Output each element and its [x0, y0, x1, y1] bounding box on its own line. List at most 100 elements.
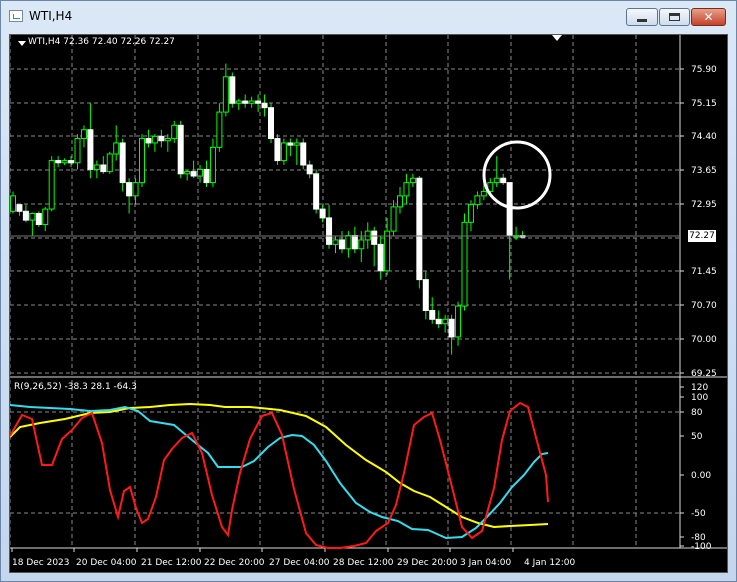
candle-body	[100, 164, 107, 173]
candle-body	[248, 100, 255, 104]
candle-body	[171, 124, 178, 140]
candle-body	[235, 100, 242, 104]
candle-body	[384, 230, 391, 272]
candle-body	[338, 239, 345, 250]
price-axis-label: 71.45	[691, 267, 717, 277]
candle-body	[461, 221, 468, 307]
time-axis-label: 20 Dec 04:00	[76, 558, 137, 568]
candle-body	[74, 138, 81, 164]
candle-body	[87, 129, 94, 170]
current-price-label: 72.27	[688, 230, 716, 242]
time-axis-label: 28 Dec 12:00	[333, 558, 394, 568]
candle-body	[326, 217, 333, 245]
collapse-icon[interactable]	[18, 41, 26, 46]
indicator-axis-label: 50	[691, 432, 703, 442]
price-axis-label: 75.90	[691, 65, 717, 75]
candle-body	[80, 129, 87, 140]
candle-body	[500, 177, 507, 184]
candle-body	[255, 100, 262, 104]
candle-body	[229, 76, 236, 104]
candle-body	[203, 168, 210, 184]
candle-body	[506, 182, 513, 237]
time-axis-label: 18 Dec 2023	[12, 558, 70, 568]
indicator-axis-label: -50	[691, 509, 706, 519]
candle-body	[197, 168, 204, 177]
candle-body	[397, 195, 403, 208]
candle-body	[435, 318, 442, 325]
candle-body	[242, 100, 249, 104]
candle-body	[209, 146, 216, 184]
indicator-header: R(9,26,52) -38.3 28.1 -64.3	[14, 382, 137, 392]
price-chart[interactable]: 75.90 75.15 74.40 73.65 72.95 71.45 70.70 70.00…	[10, 35, 727, 572]
candle-body	[164, 138, 171, 142]
candle-body	[22, 210, 29, 221]
indicator-line-9	[10, 401, 549, 549]
candle-body	[222, 76, 229, 113]
window-title: WTI,H4	[29, 9, 73, 23]
chart-window: WTI,H4 ✕ 75.90 75.15 74.40 73.65 72.95 71.45 7…	[0, 0, 737, 582]
candle-body	[409, 177, 416, 184]
minimize-button[interactable]	[626, 8, 658, 26]
candle-body	[42, 208, 49, 226]
candle-body	[293, 142, 300, 146]
candle-body	[268, 107, 274, 140]
candle-body	[358, 239, 365, 250]
candle-body	[300, 142, 307, 166]
candle-body	[55, 160, 62, 164]
candle-body	[416, 177, 423, 281]
candle-body	[261, 102, 268, 109]
candle-body	[177, 124, 184, 175]
candle-body	[274, 138, 281, 162]
candle-body	[280, 142, 287, 162]
candle-body	[287, 142, 294, 146]
candle-body	[467, 204, 474, 223]
indicator-line-52	[10, 402, 549, 529]
candle-body	[151, 135, 158, 144]
indicator-axis-label: 80	[691, 408, 703, 418]
candle-body	[113, 142, 120, 155]
indicator-axis-label: -100	[691, 542, 712, 552]
candle-body	[68, 160, 75, 164]
time-axis-label: 22 Dec 20:00	[204, 558, 265, 568]
candle-body	[351, 235, 358, 250]
indicator-axis-label: 0.00	[691, 471, 711, 481]
maximize-button[interactable]	[659, 8, 690, 26]
candle-body	[429, 309, 436, 320]
price-axis-label: 70.00	[691, 335, 717, 345]
indicator-axis-label: 100	[691, 393, 708, 403]
close-icon: ✕	[703, 10, 714, 24]
candle-body	[474, 195, 481, 206]
candle-body	[480, 190, 487, 197]
indicator-axis-label: 120	[691, 383, 708, 393]
candle-body	[158, 135, 165, 142]
candle-body	[455, 305, 462, 338]
candle-body	[390, 206, 397, 232]
candle-body	[61, 160, 68, 164]
chart-shift-icon[interactable]	[552, 35, 562, 41]
candle-body	[139, 138, 145, 184]
candle-body	[403, 182, 410, 197]
candle-body	[448, 318, 455, 338]
price-axis-label: 75.15	[691, 99, 717, 109]
candle-body	[493, 177, 500, 184]
price-axis-label: 72.95	[691, 200, 717, 210]
chart-window-icon	[9, 10, 23, 22]
candle-body	[35, 212, 42, 226]
candle-body	[313, 173, 320, 210]
title-bar[interactable]: WTI,H4 ✕	[1, 1, 736, 31]
price-axis-label: 73.65	[691, 166, 717, 176]
candle-body	[48, 160, 55, 210]
candle-body	[10, 195, 16, 212]
chart-header: WTI,H4 72.36 72.40 72.26 72.27	[28, 37, 175, 47]
candle-body	[184, 171, 191, 175]
candle-body	[93, 164, 100, 170]
time-axis-label: 21 Dec 12:00	[141, 558, 202, 568]
candle-body	[377, 243, 384, 272]
candle-body	[306, 164, 313, 175]
candle-body	[442, 318, 449, 325]
chart-area[interactable]: 75.90 75.15 74.40 73.65 72.95 71.45 70.70 70.00…	[9, 34, 728, 573]
time-axis-label: 4 Jan 12:00	[524, 558, 576, 568]
candle-body	[119, 142, 126, 184]
close-button[interactable]: ✕	[691, 8, 726, 26]
price-axis-label: 69.25	[691, 369, 717, 379]
